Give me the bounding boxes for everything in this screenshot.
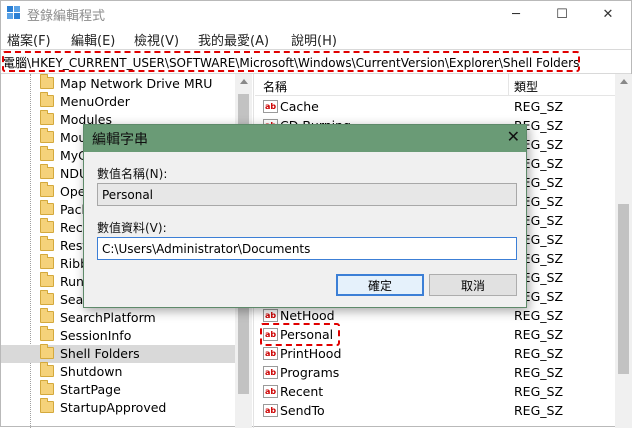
folder-icon <box>40 308 54 323</box>
value-type: REG_SZ <box>514 365 564 380</box>
tree-item[interactable]: SearchPlatform <box>1 308 235 327</box>
maximize-button[interactable]: ☐ <box>539 1 585 27</box>
menu-favorites[interactable]: 我的最愛(A) <box>198 30 269 49</box>
string-value-icon: ab <box>263 347 278 360</box>
tree-item-label: Shell Folders <box>60 346 140 361</box>
value-type: REG_SZ <box>514 346 564 361</box>
registry-editor-window: 登錄編輯程式 ─ ☐ ✕ 檔案(F) 編輯(E) 檢視(V) 我的最愛(A) 說… <box>0 0 632 428</box>
value-row[interactable]: ab Programs REG_SZ <box>255 364 615 383</box>
folder-icon <box>40 182 54 197</box>
dialog-close-icon[interactable]: ✕ <box>507 127 520 146</box>
dialog-title-bar[interactable]: 編輯字串 ✕ <box>84 125 526 152</box>
values-scroll-thumb[interactable] <box>618 204 629 374</box>
folder-icon <box>40 236 54 251</box>
tree-item-label: SearchPlatform <box>60 310 156 325</box>
registry-app-icon <box>7 6 20 19</box>
value-row[interactable]: ab Cache REG_SZ <box>255 98 615 117</box>
tree-item[interactable]: StartupApproved <box>1 398 235 417</box>
title-bar[interactable]: 登錄編輯程式 ─ ☐ ✕ <box>1 1 631 27</box>
personal-highlight <box>260 323 340 346</box>
tree-item-label: Map Network Drive MRU <box>60 76 213 91</box>
string-value-icon: ab <box>263 366 278 379</box>
column-name[interactable]: 名稱 <box>263 78 287 95</box>
address-highlight <box>2 51 580 72</box>
folder-icon <box>40 344 54 359</box>
value-row[interactable]: ab PrintHood REG_SZ <box>255 345 615 364</box>
value-name-label: 數值名稱(N): <box>97 167 168 181</box>
tree-item[interactable]: Map Network Drive MRU <box>1 74 235 93</box>
value-name: Cache <box>280 99 319 114</box>
folder-icon <box>40 110 54 125</box>
folder-icon <box>40 272 54 287</box>
folder-icon <box>40 218 54 233</box>
value-name: PrintHood <box>280 346 342 361</box>
tree-item[interactable]: Shutdown <box>1 362 235 381</box>
string-value-icon: ab <box>263 404 278 417</box>
scroll-up-arrow-icon[interactable] <box>240 79 248 84</box>
string-value-icon: ab <box>263 100 278 113</box>
folder-icon <box>40 254 54 269</box>
value-row[interactable]: ab SendTo REG_SZ <box>255 402 615 421</box>
folder-icon <box>40 146 54 161</box>
string-value-icon: ab <box>263 309 278 322</box>
folder-icon <box>40 380 54 395</box>
tree-item-label: StartPage <box>60 382 121 397</box>
folder-icon <box>40 290 54 305</box>
tree-item[interactable]: SessionInfo <box>1 326 235 345</box>
folder-icon <box>40 398 54 413</box>
value-type: REG_SZ <box>514 99 564 114</box>
value-data-input[interactable]: C:\Users\Administrator\Documents <box>97 237 517 260</box>
folder-icon <box>40 326 54 341</box>
value-type: REG_SZ <box>514 384 564 399</box>
value-name: NetHood <box>280 308 335 323</box>
value-type: REG_SZ <box>514 403 564 418</box>
value-data-label: 數值資料(V): <box>97 221 167 235</box>
column-type[interactable]: 類型 <box>514 78 538 95</box>
menu-edit[interactable]: 編輯(E) <box>71 30 115 49</box>
tree-item-label: MenuOrder <box>60 94 130 109</box>
dialog-title: 編輯字串 <box>92 132 148 148</box>
folder-icon <box>40 92 54 107</box>
tree-item[interactable]: MenuOrder <box>1 92 235 111</box>
tree-item[interactable]: StartPage <box>1 380 235 399</box>
folder-icon <box>40 164 54 179</box>
tree-item[interactable]: Shell Folders <box>1 344 235 363</box>
folder-icon <box>40 74 54 89</box>
values-scrollbar[interactable] <box>615 74 632 428</box>
menu-help[interactable]: 說明(H) <box>291 30 337 49</box>
folder-icon <box>40 128 54 143</box>
ok-button[interactable]: 確定 <box>336 274 424 296</box>
column-separator[interactable] <box>508 74 509 96</box>
scroll-up-arrow-icon[interactable] <box>620 79 628 84</box>
value-row[interactable]: ab Recent REG_SZ <box>255 383 615 402</box>
tree-item-label: StartupApproved <box>60 400 167 415</box>
value-type: REG_SZ <box>514 327 564 342</box>
value-name: Programs <box>280 365 340 380</box>
folder-icon <box>40 200 54 215</box>
value-name-field: Personal <box>97 183 517 206</box>
edit-string-dialog: 編輯字串 ✕ 數值名稱(N): Personal 數值資料(V): C:\Use… <box>83 124 527 308</box>
value-name: SendTo <box>280 403 325 418</box>
menu-view[interactable]: 檢視(V) <box>134 30 179 49</box>
value-name: Recent <box>280 384 324 399</box>
close-button[interactable]: ✕ <box>585 1 631 27</box>
string-value-icon: ab <box>263 385 278 398</box>
column-header: 名稱 類型 <box>255 74 615 96</box>
menu-file[interactable]: 檔案(F) <box>7 30 51 49</box>
tree-item-label: SessionInfo <box>60 328 132 343</box>
tree-item-label: Shutdown <box>60 364 123 379</box>
window-title: 登錄編輯程式 <box>27 9 106 24</box>
cancel-button[interactable]: 取消 <box>429 274 517 296</box>
value-type: REG_SZ <box>514 308 564 323</box>
menu-bar: 檔案(F) 編輯(E) 檢視(V) 我的最愛(A) 說明(H) <box>1 27 631 49</box>
folder-icon <box>40 362 54 377</box>
minimize-button[interactable]: ─ <box>493 1 539 27</box>
